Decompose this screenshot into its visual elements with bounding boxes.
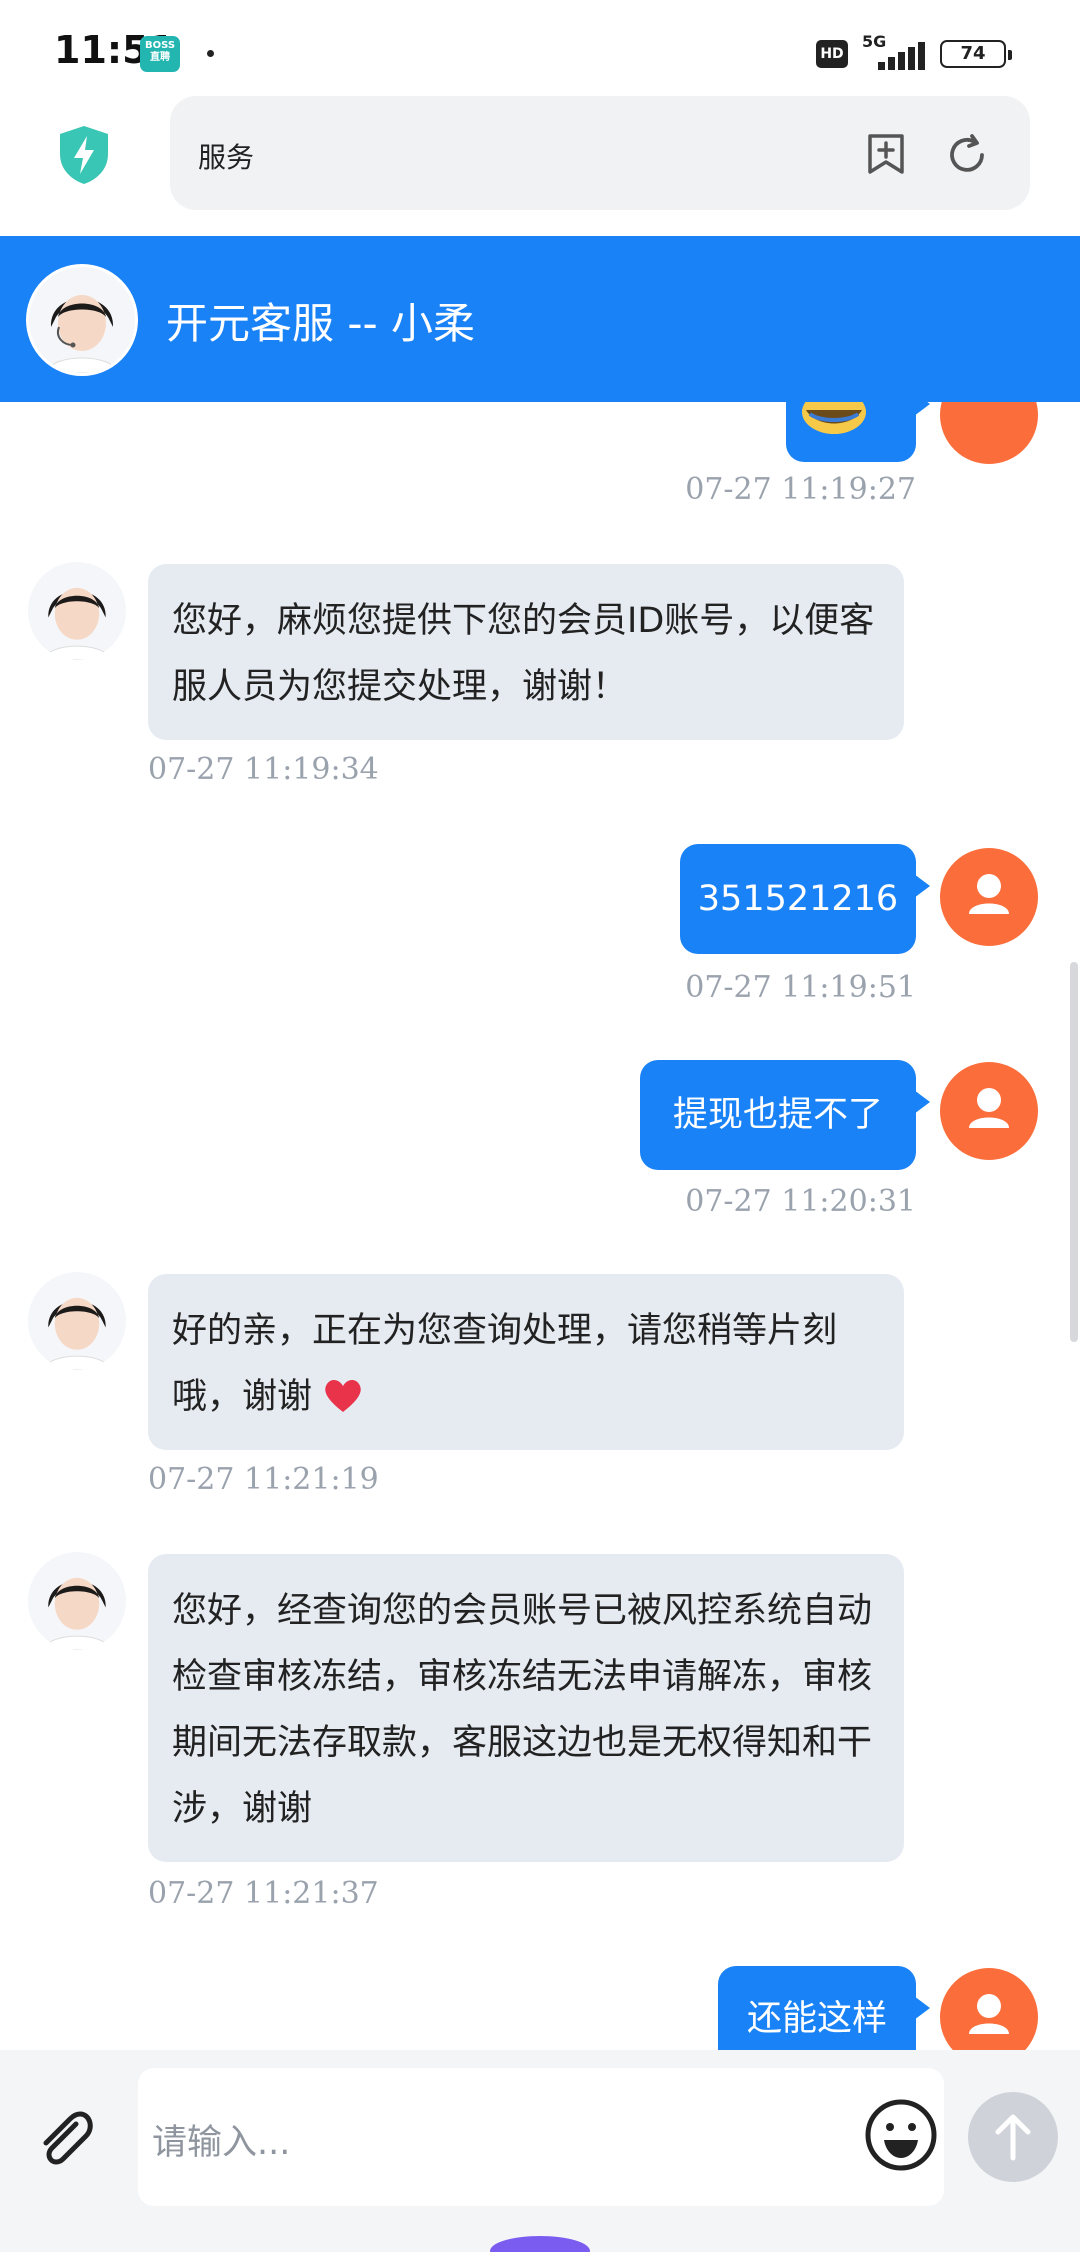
user-icon (969, 874, 1009, 914)
agent-portrait-icon (28, 1272, 126, 1370)
agent-portrait-icon (28, 1552, 126, 1650)
browser-bar: 服务 (0, 92, 1080, 236)
message-list[interactable]: 07-27 11:19:27 您好，麻烦您提供下您的会员ID账号，以便客服人员为… (0, 402, 1080, 2050)
send-arrow-icon (995, 2114, 1031, 2161)
agent-avatar (28, 562, 126, 660)
message-timestamp: 07-27 11:19:51 (685, 970, 916, 1005)
message-timestamp: 07-27 11:20:31 (685, 1184, 916, 1219)
refresh-icon[interactable] (944, 132, 990, 178)
message-text: 好的亲，正在为您查询处理，请您稍等片刻哦，谢谢 (172, 1311, 838, 1417)
heart-icon (325, 1380, 361, 1412)
message-input[interactable]: 请输入... (138, 2068, 944, 2206)
user-icon (969, 1994, 1009, 2034)
message-timestamp: 07-27 11:21:37 (148, 1876, 379, 1911)
bookmark-add-icon[interactable] (864, 132, 908, 176)
notification-dot (207, 50, 214, 57)
user-avatar[interactable] (940, 1062, 1038, 1160)
shield-icon[interactable] (56, 124, 112, 186)
input-placeholder: 请输入... (152, 2123, 291, 2163)
message-timestamp: 07-27 11:21:19 (148, 1462, 379, 1497)
message-timestamp: 07-27 11:19:34 (148, 752, 379, 787)
input-bar: 请输入... (0, 2050, 1080, 2252)
signal-icon (864, 40, 928, 70)
user-avatar[interactable] (940, 1968, 1038, 2050)
message-bubble-incoming[interactable]: 您好，经查询您的会员账号已被风控系统自动检查审核冻结，审核冻结无法申请解冻，审核… (148, 1554, 904, 1862)
user-icon (969, 1088, 1009, 1128)
message-bubble-outgoing[interactable]: 351521216 (680, 844, 930, 954)
message-bubble-incoming[interactable]: 好的亲，正在为您查询处理，请您稍等片刻哦，谢谢 (148, 1274, 904, 1450)
agent-avatar-large (26, 264, 138, 376)
chat-title: 开元客服 -- 小柔 (166, 299, 476, 348)
send-button[interactable] (968, 2092, 1058, 2182)
agent-avatar (28, 1552, 126, 1650)
message-bubble-outgoing[interactable]: 还能这样 (718, 1966, 930, 2050)
boss-app-badge: BOSS 直聘 (140, 36, 180, 72)
message-bubble-outgoing[interactable] (786, 402, 930, 462)
message-bubble-outgoing[interactable]: 提现也提不了 (640, 1060, 930, 1170)
agent-avatar (28, 1272, 126, 1370)
agent-portrait-icon (28, 562, 126, 660)
scrollbar[interactable] (1070, 962, 1078, 1342)
status-bar: 11:51 BOSS 直聘 HD 5G 74 (0, 0, 1080, 92)
sticker-icon (802, 402, 866, 434)
message-timestamp: 07-27 11:19:27 (685, 472, 916, 507)
battery-indicator: 74 (940, 40, 1012, 68)
hd-badge: HD (816, 40, 848, 68)
url-bar[interactable]: 服务 (170, 96, 1030, 210)
attach-icon[interactable] (30, 2104, 102, 2176)
user-avatar[interactable] (940, 848, 1038, 946)
url-text: 服务 (198, 141, 255, 174)
user-avatar[interactable] (940, 402, 1038, 464)
message-bubble-incoming[interactable]: 您好，麻烦您提供下您的会员ID账号，以便客服人员为您提交处理，谢谢！ (148, 564, 904, 740)
agent-portrait-icon (29, 267, 135, 373)
chat-header: 开元客服 -- 小柔 (0, 236, 1080, 402)
emoji-icon[interactable] (864, 2098, 938, 2172)
